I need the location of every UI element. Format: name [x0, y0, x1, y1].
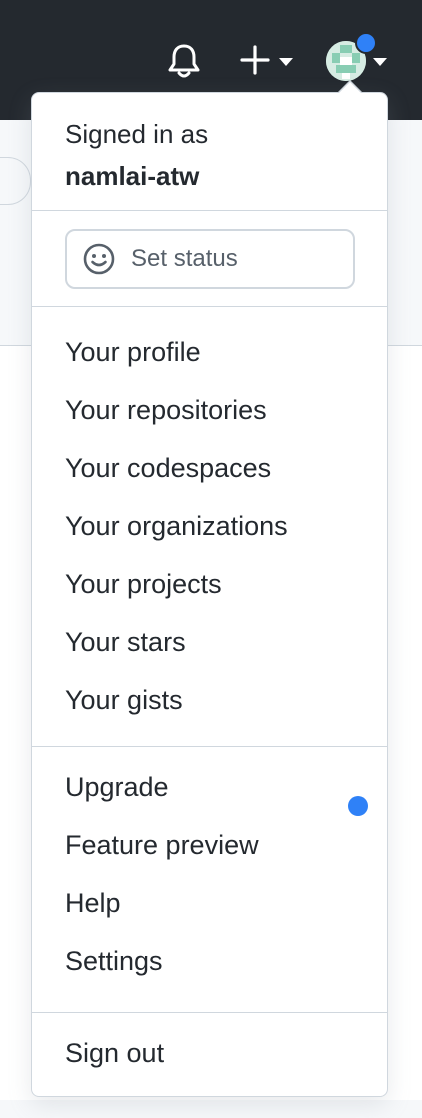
username: namlai-atw [65, 161, 200, 191]
status-section: Set status [32, 211, 387, 307]
user-dropdown-menu: Signed in as namlai-atw Set status Your … [31, 92, 388, 1097]
notification-dot [355, 32, 377, 54]
dropdown-caret-inner [339, 82, 361, 93]
set-status-label: Set status [131, 245, 238, 272]
sign-out-button[interactable]: Sign out [65, 1036, 164, 1070]
chevron-down-icon[interactable] [279, 58, 293, 66]
menu-item-upgrade[interactable]: Upgrade [65, 770, 169, 804]
menu-header: Signed in as namlai-atw [32, 93, 387, 211]
smiley-icon [83, 243, 115, 275]
plus-icon[interactable] [240, 45, 270, 75]
account-links-section: Upgrade Feature preview Help Settings [32, 747, 387, 1013]
menu-item-your-profile[interactable]: Your profile [65, 335, 201, 369]
menu-item-your-projects[interactable]: Your projects [65, 567, 222, 601]
sign-out-section: Sign out [32, 1013, 387, 1098]
profile-links-section: Your profile Your repositories Your code… [32, 307, 387, 747]
menu-item-help[interactable]: Help [65, 886, 121, 920]
page-background-bottom [0, 1100, 422, 1118]
menu-item-your-organizations[interactable]: Your organizations [65, 509, 288, 543]
menu-item-your-stars[interactable]: Your stars [65, 625, 186, 659]
menu-item-feature-preview[interactable]: Feature preview [65, 828, 259, 862]
feature-preview-indicator [348, 796, 368, 816]
menu-item-your-codespaces[interactable]: Your codespaces [65, 451, 271, 485]
menu-item-your-repositories[interactable]: Your repositories [65, 393, 267, 427]
menu-item-settings[interactable]: Settings [65, 944, 163, 978]
signed-in-label: Signed in as [65, 119, 209, 149]
menu-item-your-gists[interactable]: Your gists [65, 683, 183, 717]
set-status-button[interactable]: Set status [65, 229, 355, 289]
chevron-down-icon[interactable] [373, 58, 387, 66]
bell-icon[interactable] [167, 43, 201, 79]
